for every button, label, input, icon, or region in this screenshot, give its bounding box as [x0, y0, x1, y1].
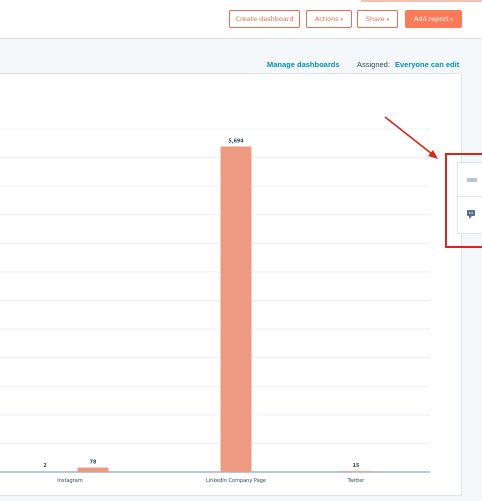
- annotation-arrow-icon: [384, 116, 433, 155]
- annotation-arrow-layer: [384, 116, 438, 159]
